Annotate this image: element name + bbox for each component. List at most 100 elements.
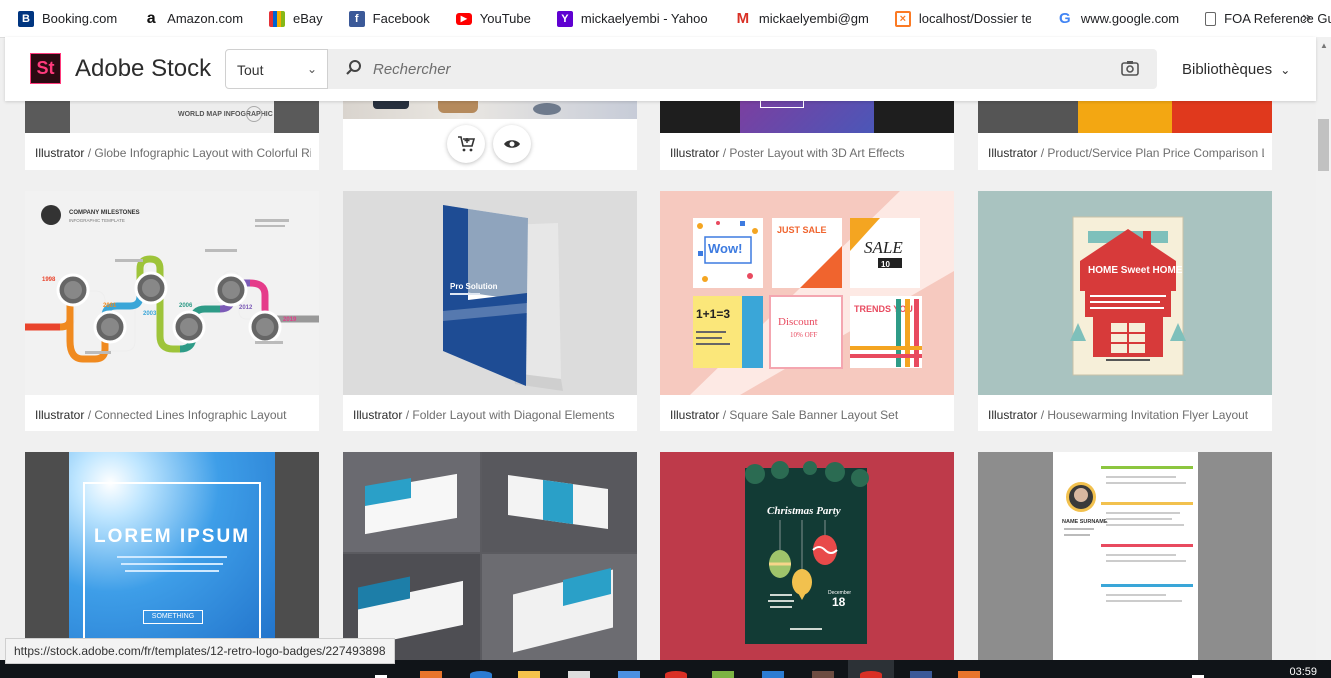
svg-text:2001: 2001 [103, 303, 117, 309]
asset-thumbnail[interactable]: WORLD MAP INFOGRAPHIC [25, 101, 319, 133]
gmail-icon: M [734, 10, 751, 27]
app-icon[interactable] [420, 671, 442, 678]
svg-text:JUST SALE: JUST SALE [777, 225, 827, 235]
asset-thumbnail[interactable] [978, 101, 1272, 133]
bookmark-gmail[interactable]: M mickaelyembi@gmail [717, 0, 877, 37]
svg-text:SALE: SALE [864, 238, 903, 257]
asset-thumbnail[interactable]: Pro Solution [343, 191, 637, 395]
asset-thumbnail[interactable]: HOME Sweet HOME [978, 191, 1272, 395]
asset-card[interactable]: LOREM IPSUM SOMETHING [25, 452, 319, 660]
housewarming-art: HOME Sweet HOME [1070, 216, 1186, 376]
svg-text:Christmas Party: Christmas Party [767, 505, 841, 517]
asset-card[interactable]: NAME SURNAME [978, 452, 1272, 660]
brand-name[interactable]: Adobe Stock [75, 55, 211, 83]
asset-thumbnail[interactable]: COMPANY MILESTONES INFOGRAPHIC TEMPLATE … [25, 191, 319, 395]
xampp-icon: × [894, 10, 911, 27]
yahoo-icon: Y [556, 10, 573, 27]
site-header: St Adobe Stock Tout ⌄ Bibliothèques ⌄ [5, 37, 1316, 101]
scroll-up-arrow-icon[interactable]: ▲ [1320, 41, 1328, 50]
app-icon[interactable] [812, 671, 834, 678]
svg-text:COMPANY MILESTONES: COMPANY MILESTONES [69, 210, 140, 216]
eye-icon [504, 140, 520, 148]
cart-plus-icon [458, 136, 475, 152]
svg-text:TRENDS YOU: TRENDS YOU [854, 304, 913, 314]
asset-card[interactable]: WORLD MAP INFOGRAPHIC Illustrator / Glob… [25, 101, 319, 170]
libraries-menu[interactable]: Bibliothèques ⌄ [1182, 61, 1290, 78]
search-bar [328, 49, 1157, 89]
asset-card[interactable]: Pro Solution Illustrator / Folder Layout… [343, 191, 637, 431]
app-icon[interactable] [568, 671, 590, 678]
scrollbar-thumb[interactable] [1318, 119, 1329, 171]
taskbar-clock[interactable]: 03:59 [1289, 666, 1317, 678]
search-icon[interactable] [345, 59, 363, 77]
folder-icon[interactable] [518, 671, 540, 678]
svg-text:Discount: Discount [778, 316, 818, 328]
christmas-flyer-art: Christmas Party December 18 [745, 461, 869, 644]
app-icon[interactable] [712, 671, 734, 678]
app-icon[interactable] [618, 671, 640, 678]
asset-thumbnail[interactable]: Christmas Party December 18 [660, 452, 954, 660]
search-input[interactable] [373, 49, 1093, 89]
ebay-icon [269, 10, 286, 27]
page-scrollbar[interactable]: ▲ [1316, 37, 1331, 660]
bookmark-google[interactable]: G www.google.com [1039, 0, 1187, 37]
asset-thumbnail[interactable] [343, 101, 637, 119]
infographic-art: COMPANY MILESTONES INFOGRAPHIC TEMPLATE … [25, 205, 319, 363]
more-bookmarks-icon[interactable]: » [1302, 9, 1311, 27]
svg-text:Wow!: Wow! [708, 241, 742, 256]
asset-thumbnail[interactable]: NAME SURNAME [978, 452, 1272, 660]
bookmark-facebook[interactable]: f Facebook [331, 0, 438, 37]
document-icon [1205, 11, 1217, 26]
asset-card[interactable]: HOME Sweet HOME Illustrator / Housewarmi… [978, 191, 1272, 431]
asset-thumbnail[interactable] [660, 101, 954, 133]
add-to-cart-button[interactable] [447, 125, 485, 163]
svg-text:2012: 2012 [239, 305, 253, 311]
google-icon: G [1056, 10, 1073, 27]
status-bar-url: https://stock.adobe.com/fr/templates/12-… [5, 638, 395, 664]
svg-text:Pro Solution: Pro Solution [450, 282, 498, 291]
bookmark-ebay[interactable]: eBay [251, 0, 331, 37]
asset-card[interactable]: Wow! JUST SALE SALE 10 1+1=3 Discount 10… [660, 191, 954, 431]
youtube-icon: ▶ [455, 12, 472, 25]
svg-text:2006: 2006 [179, 303, 193, 309]
folder-art: Pro Solution [443, 205, 563, 391]
adobe-stock-logo[interactable]: St [30, 53, 61, 84]
chevron-down-icon: ⌄ [306, 62, 317, 76]
svg-text:10% OFF: 10% OFF [790, 331, 818, 339]
svg-text:18: 18 [832, 595, 846, 609]
bookmark-localhost[interactable]: × localhost/Dossier test [877, 0, 1039, 37]
search-scope-select[interactable]: Tout ⌄ [225, 49, 328, 89]
bookmarks-bar: B Booking.com a Amazon.com eBay f Facebo… [0, 0, 1331, 38]
bookmark-yahoo[interactable]: Y mickaelyembi - Yahoo [539, 0, 717, 37]
svg-text:INFOGRAPHIC TEMPLATE: INFOGRAPHIC TEMPLATE [69, 218, 125, 223]
asset-thumbnail[interactable]: LOREM IPSUM SOMETHING [25, 452, 319, 660]
app-icon[interactable] [762, 671, 784, 678]
app-icon[interactable] [958, 671, 980, 678]
app-icon[interactable] [470, 671, 492, 678]
asset-thumbnail[interactable]: Wow! JUST SALE SALE 10 1+1=3 Discount 10… [660, 191, 954, 395]
svg-text:1+1=3: 1+1=3 [696, 307, 730, 321]
app-icon[interactable] [910, 671, 932, 678]
chrome-icon[interactable] [860, 671, 882, 678]
svg-text:10: 10 [881, 260, 890, 269]
svg-text:2003: 2003 [143, 311, 157, 317]
asset-card[interactable] [343, 452, 637, 660]
asset-card[interactable]: Illustrator / Product/Service Plan Price… [978, 101, 1272, 170]
bookmark-booking[interactable]: B Booking.com [0, 0, 125, 37]
asset-card[interactable]: Illustrator / Poster Layout with 3D Art … [660, 101, 954, 170]
asset-card[interactable]: COMPANY MILESTONES INFOGRAPHIC TEMPLATE … [25, 191, 319, 431]
asset-card-hovered[interactable] [343, 101, 637, 170]
svg-text:HOME Sweet HOME: HOME Sweet HOME [1088, 265, 1183, 276]
svg-text:1998: 1998 [42, 277, 56, 283]
booking-icon: B [18, 10, 34, 27]
camera-icon[interactable] [1121, 60, 1139, 76]
preview-button[interactable] [493, 125, 531, 163]
amazon-icon: a [143, 10, 160, 27]
app-icon[interactable] [665, 671, 687, 678]
bookmark-amazon[interactable]: a Amazon.com [125, 0, 251, 37]
chevron-down-icon: ⌄ [1280, 63, 1291, 77]
asset-thumbnail[interactable] [343, 452, 637, 660]
bookmark-youtube[interactable]: ▶ YouTube [438, 0, 539, 37]
asset-card[interactable]: Christmas Party December 18 [660, 452, 954, 660]
sale-banners-art: Wow! JUST SALE SALE 10 1+1=3 Discount 10… [690, 191, 954, 395]
